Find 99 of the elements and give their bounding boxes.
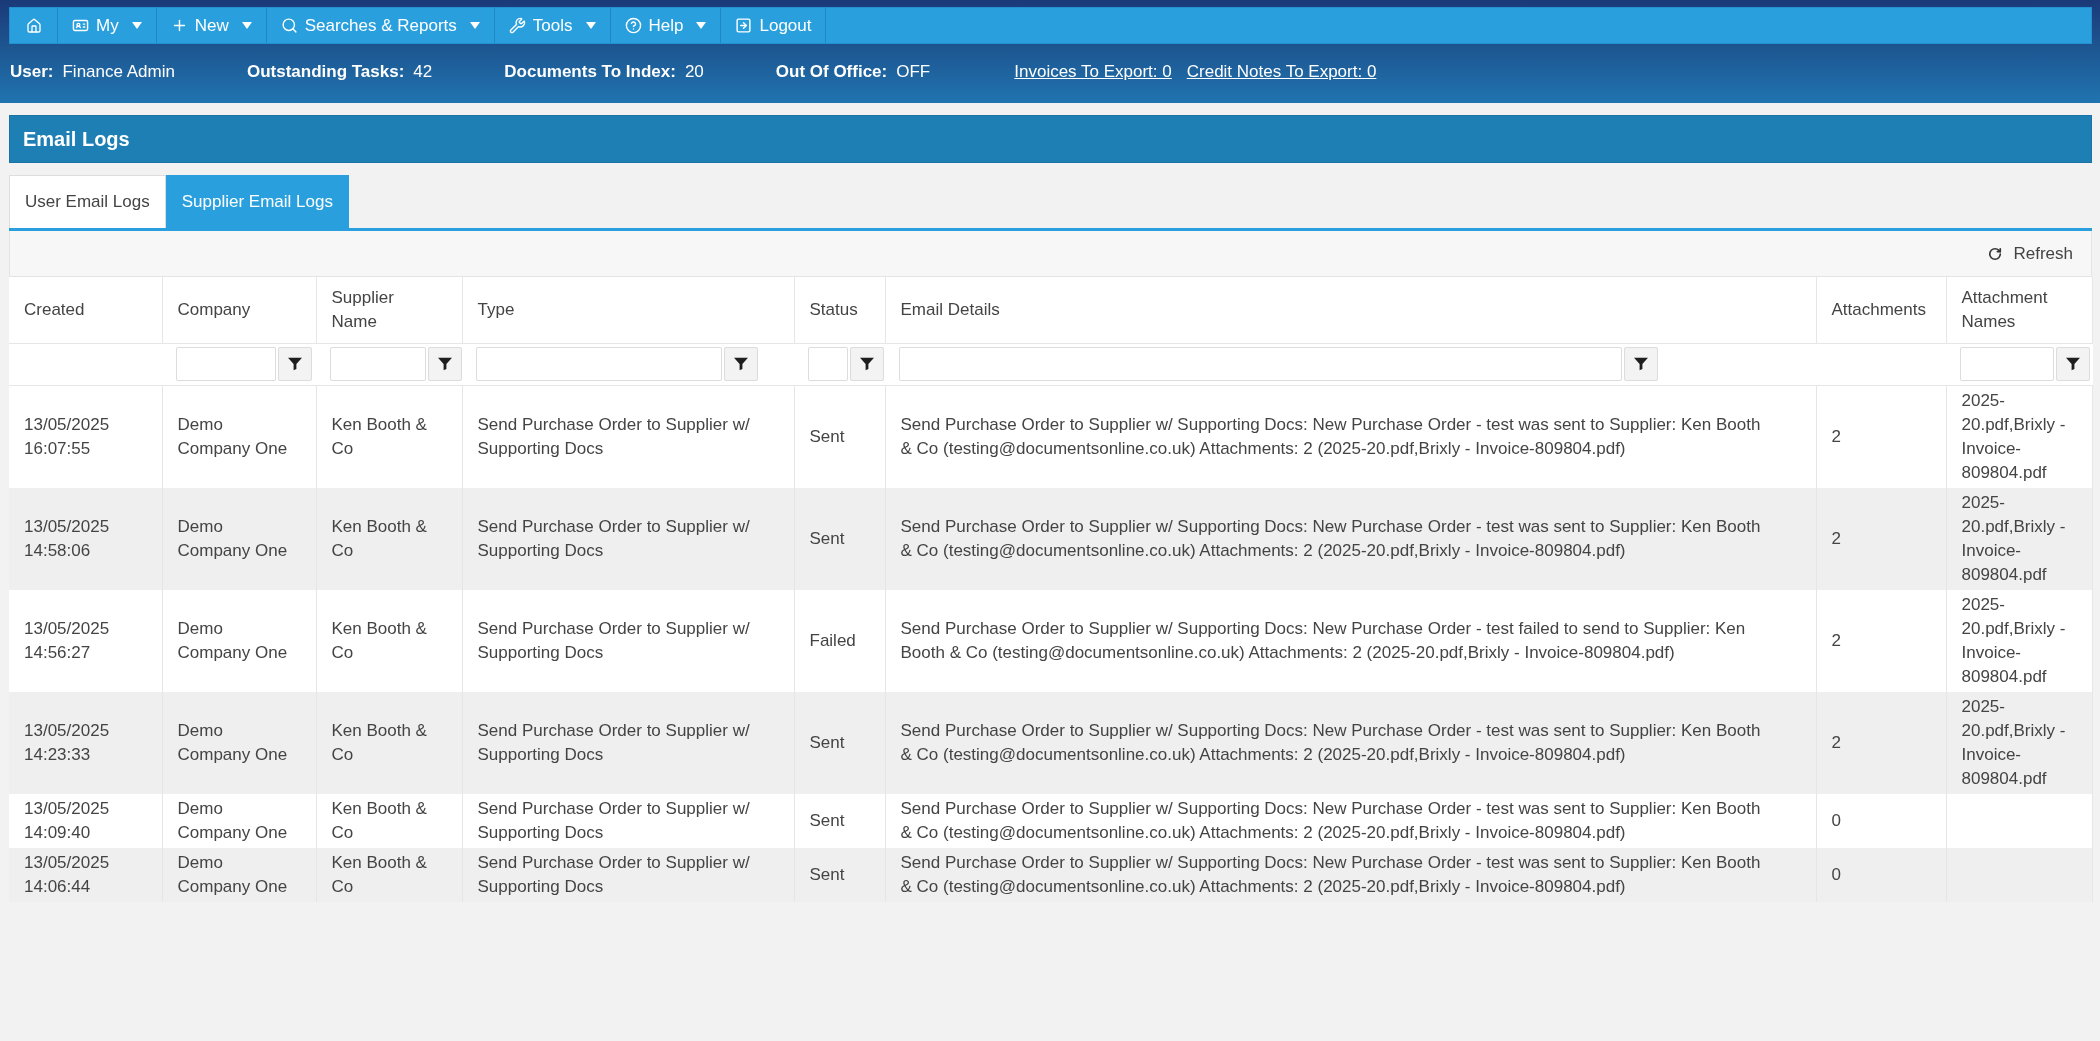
- filter-button[interactable]: [1624, 347, 1658, 381]
- status-label: Documents To Index:: [504, 61, 676, 82]
- nav-menu-item[interactable]: Searches & Reports: [266, 8, 495, 43]
- table-cell: Demo Company One: [162, 847, 316, 902]
- column-header: Attachment Names: [1946, 277, 2092, 343]
- table-cell: 2025-20.pdf,Brixly - Invoice-809804.pdf: [1946, 589, 2092, 692]
- table-cell: Send Purchase Order to Supplier w/ Supporting Docs: [462, 487, 794, 590]
- filter-field[interactable]: [330, 347, 426, 381]
- table-cell: 2: [1816, 691, 1946, 794]
- column-header: Status: [794, 277, 885, 343]
- column-header: Supplier Name: [316, 277, 462, 343]
- wrench-icon: [508, 17, 526, 34]
- column-header: Type: [462, 277, 794, 343]
- table-cell: Ken Booth & Co: [316, 793, 462, 848]
- nav-menu-item[interactable]: New: [156, 8, 267, 43]
- filter-button[interactable]: [850, 347, 884, 381]
- help-icon: [624, 17, 642, 34]
- tab[interactable]: Supplier Email Logs: [165, 175, 349, 228]
- table-cell: Sent: [794, 487, 885, 590]
- status-value: OFF: [896, 61, 931, 82]
- table-cell: 13/05/2025 14:09:40: [9, 793, 162, 848]
- table-cell: 13/05/2025 14:58:06: [9, 487, 162, 590]
- table-cell: Send Purchase Order to Supplier w/ Supporting Docs: New Purchase Order - test was sent to Supplier: Ken Booth & Co (testing@documentsonline.co.uk) Attachments: 2 (2025-20.pdf,Brixly - Invoice-809804.pdf): [885, 793, 1816, 848]
- table-cell: Ken Booth & Co: [316, 847, 462, 902]
- filter-field[interactable]: [808, 347, 848, 381]
- nav-menu-item[interactable]: Tools: [494, 8, 611, 43]
- table-cell: Sent: [794, 793, 885, 848]
- home-icon: [25, 17, 42, 34]
- filter-field[interactable]: [476, 347, 722, 381]
- filter-icon: [860, 357, 874, 371]
- table-cell: Sent: [794, 385, 885, 488]
- table-cell: Send Purchase Order to Supplier w/ Supporting Docs: New Purchase Order - test was sent to Supplier: Ken Booth & Co (testing@documentsonline.co.uk) Attachments: 2 (2025-20.pdf,Brixly - Invoice-809804.pdf): [885, 487, 1816, 590]
- table-cell: Send Purchase Order to Supplier w/ Supporting Docs: [462, 847, 794, 902]
- refresh-button[interactable]: Refresh: [1986, 239, 2075, 268]
- status-label: Out Of Office:: [775, 61, 888, 82]
- table-cell: 2: [1816, 589, 1946, 692]
- table-cell: Send Purchase Order to Supplier w/ Supporting Docs: [462, 385, 794, 488]
- table-cell: 2025-20.pdf,Brixly - Invoice-809804.pdf: [1946, 691, 2092, 794]
- table-cell: 13/05/2025 14:06:44: [9, 847, 162, 902]
- table-cell: 2025-20.pdf,Brixly - Invoice-809804.pdf: [1946, 385, 2092, 488]
- table-cell: Demo Company One: [162, 385, 316, 488]
- table-cell: Send Purchase Order to Supplier w/ Supporting Docs: New Purchase Order - test failed to send to Supplier: Ken Booth & Co (testing@documentsonline.co.uk) Attachments: 2 (2025-20.pdf,Brixly - Invoice-809804.pdf): [885, 589, 1816, 692]
- refresh-icon: [1988, 246, 2003, 261]
- column-header: Email Details: [885, 277, 1816, 343]
- table-cell: 13/05/2025 14:23:33: [9, 691, 162, 794]
- table-cell: Ken Booth & Co: [316, 691, 462, 794]
- filter-icon: [288, 357, 302, 371]
- table-cell: 0: [1816, 793, 1946, 848]
- search-icon: [280, 17, 298, 34]
- tab[interactable]: User Email Logs: [9, 175, 166, 228]
- table-cell: Send Purchase Order to Supplier w/ Supporting Docs: New Purchase Order - test was sent to Supplier: Ken Booth & Co (testing@documentsonline.co.uk) Attachments: 2 (2025-20.pdf,Brixly - Invoice-809804.pdf): [885, 385, 1816, 488]
- table-cell: 2: [1816, 385, 1946, 488]
- table-cell: Demo Company One: [162, 793, 316, 848]
- table-cell: 13/05/2025 14:56:27: [9, 589, 162, 692]
- filter-icon: [1634, 357, 1648, 371]
- table-cell: Ken Booth & Co: [316, 487, 462, 590]
- table-cell: Send Purchase Order to Supplier w/ Supporting Docs: [462, 793, 794, 848]
- table-cell: Demo Company One: [162, 589, 316, 692]
- arrow-square-icon: [735, 17, 753, 34]
- filter-button[interactable]: [278, 347, 312, 381]
- table-cell: Send Purchase Order to Supplier w/ Supporting Docs: New Purchase Order - test was sent to Supplier: Ken Booth & Co (testing@documentsonline.co.uk) Attachments: 2 (2025-20.pdf,Brixly - Invoice-809804.pdf): [885, 847, 1816, 902]
- filter-icon: [438, 357, 452, 371]
- filter-field[interactable]: [1960, 347, 2054, 381]
- status-label: User:: [10, 61, 54, 82]
- export-link[interactable]: Credit Notes To Export: 0: [1186, 61, 1377, 82]
- id-card-icon: [72, 17, 89, 34]
- status-label: Outstanding Tasks:: [246, 61, 405, 82]
- table-cell: 0: [1816, 847, 1946, 902]
- filter-icon: [734, 357, 748, 371]
- export-link[interactable]: Invoices To Export: 0: [1014, 61, 1172, 82]
- column-header: Created: [9, 277, 162, 343]
- filter-button[interactable]: [428, 347, 462, 381]
- status-value: 20: [684, 61, 704, 82]
- table-cell: 13/05/2025 16:07:55: [9, 385, 162, 488]
- column-header: Company: [162, 277, 316, 343]
- panel-title: Email Logs: [23, 127, 130, 151]
- filter-field[interactable]: [176, 347, 276, 381]
- table-cell: Ken Booth & Co: [316, 589, 462, 692]
- table-cell: Sent: [794, 847, 885, 902]
- table-cell: Ken Booth & Co: [316, 385, 462, 488]
- filter-field[interactable]: [899, 347, 1622, 381]
- filter-icon: [2066, 357, 2080, 371]
- nav-menu-item[interactable]: Logout: [721, 8, 827, 43]
- table-cell: 2025-20.pdf,Brixly - Invoice-809804.pdf: [1946, 487, 2092, 590]
- filter-button[interactable]: [2056, 347, 2090, 381]
- table-cell: Sent: [794, 691, 885, 794]
- table-cell: Demo Company One: [162, 487, 316, 590]
- table-cell: 2: [1816, 487, 1946, 590]
- table-cell: Send Purchase Order to Supplier w/ Supporting Docs: New Purchase Order - test was sent to Supplier: Ken Booth & Co (testing@documentsonline.co.uk) Attachments: 2 (2025-20.pdf,Brixly - Invoice-809804.pdf): [885, 691, 1816, 794]
- nav-menu-item[interactable]: My: [58, 8, 157, 43]
- table-cell: Demo Company One: [162, 691, 316, 794]
- table-cell: Send Purchase Order to Supplier w/ Supporting Docs: [462, 691, 794, 794]
- table-cell: Send Purchase Order to Supplier w/ Supporting Docs: [462, 589, 794, 692]
- table-cell: Failed: [794, 589, 885, 692]
- nav-menu-item[interactable]: Help: [610, 8, 722, 43]
- status-value: Finance Admin: [62, 61, 175, 82]
- status-value: 42: [413, 61, 433, 82]
- filter-button[interactable]: [724, 347, 758, 381]
- column-header: Attachments: [1816, 277, 1946, 343]
